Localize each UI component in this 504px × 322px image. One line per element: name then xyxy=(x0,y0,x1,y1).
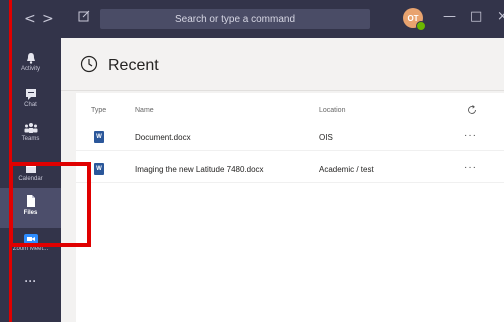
more-options-icon[interactable]: ··· xyxy=(464,162,477,173)
main-content: Recent Type Name Location W Document.doc… xyxy=(61,38,504,322)
title-bar: < > Search or type a command OT — □ × xyxy=(0,0,504,38)
bell-icon xyxy=(26,53,35,64)
annotation-line xyxy=(9,0,12,322)
column-header-type[interactable]: Type xyxy=(91,107,106,114)
clock-icon xyxy=(80,55,98,73)
file-name[interactable]: Document.docx xyxy=(135,133,191,142)
page-header: Recent xyxy=(61,38,504,91)
close-button[interactable]: × xyxy=(497,9,504,24)
column-header-location[interactable]: Location xyxy=(319,107,345,114)
word-doc-icon: W xyxy=(94,163,104,175)
refresh-icon[interactable] xyxy=(467,105,477,115)
word-doc-icon: W xyxy=(94,131,104,143)
column-header-name[interactable]: Name xyxy=(135,107,154,114)
more-options-icon[interactable]: ··· xyxy=(464,130,477,141)
file-location[interactable]: Academic / test xyxy=(319,165,374,174)
presence-status-icon xyxy=(416,21,426,31)
compose-icon[interactable] xyxy=(78,10,92,24)
maximize-button[interactable]: □ xyxy=(470,9,482,24)
table-row[interactable]: W Document.docx OIS ··· xyxy=(76,126,504,151)
minimize-button[interactable]: — xyxy=(443,9,456,24)
table-row[interactable]: W Imaging the new Latitude 7480.docx Aca… xyxy=(76,158,504,183)
file-name[interactable]: Imaging the new Latitude 7480.docx xyxy=(135,165,264,174)
chat-icon xyxy=(25,89,36,100)
search-input[interactable]: Search or type a command xyxy=(100,9,370,29)
teams-icon xyxy=(24,123,37,133)
file-location[interactable]: OIS xyxy=(319,133,333,142)
files-panel: Type Name Location W Document.docx OIS ·… xyxy=(76,93,504,322)
back-button[interactable]: < xyxy=(24,11,36,27)
page-title: Recent xyxy=(108,57,159,74)
forward-button[interactable]: > xyxy=(42,11,54,27)
annotation-highlight-box xyxy=(9,162,91,247)
